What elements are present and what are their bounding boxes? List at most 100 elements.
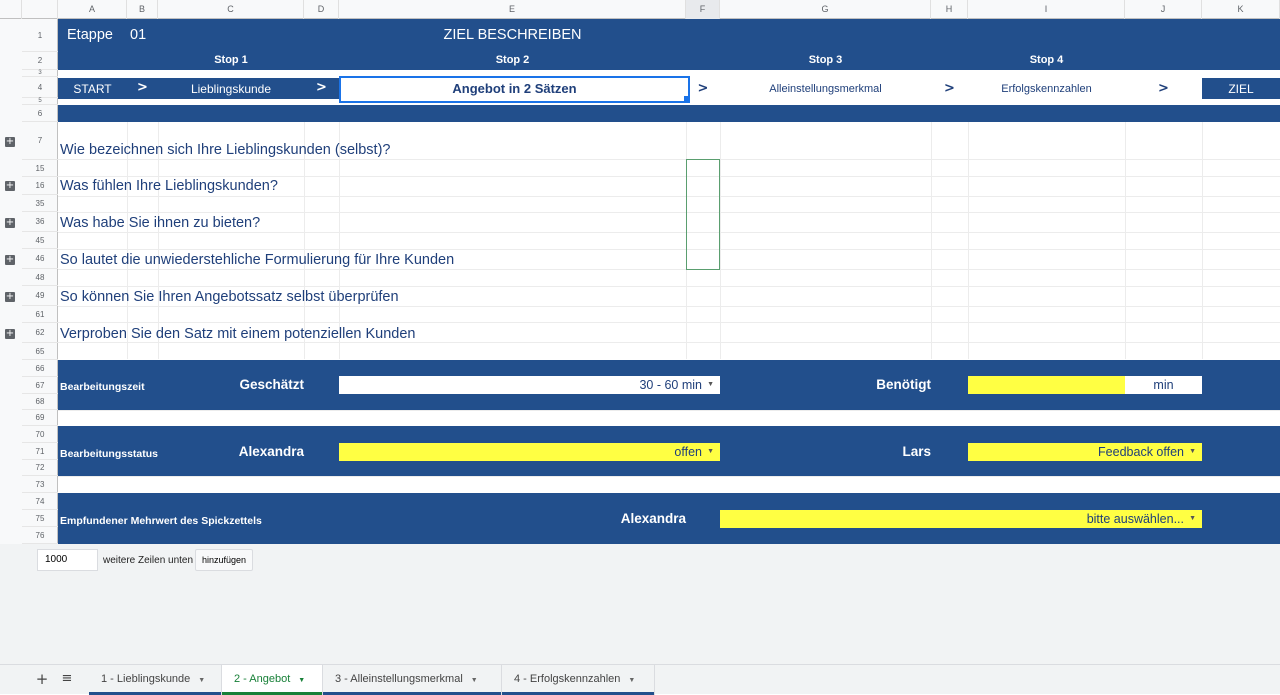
row-header[interactable]: 49 <box>22 286 58 306</box>
start-label: START <box>73 82 112 96</box>
tab-alleinstellungsmerkmal[interactable]: 3 - Alleinstellungsmerkmal ▼ <box>323 665 502 695</box>
row-header[interactable]: 65 <box>22 343 58 360</box>
row-header[interactable]: 62 <box>22 323 58 343</box>
column-header-h[interactable]: H <box>931 0 968 19</box>
tab-lieblingskunde[interactable]: 1 - Lieblingskunde ▼ <box>89 665 222 695</box>
row-header[interactable]: 67 <box>22 377 58 394</box>
row-header[interactable]: 35 <box>22 195 58 212</box>
column-header-a[interactable]: A <box>58 0 127 19</box>
value-rating-dropdown[interactable]: bitte auswählen... ▼ <box>720 510 1202 528</box>
row-header[interactable]: 2 <box>22 52 58 70</box>
status-label: Bearbeitungsstatus <box>60 448 159 460</box>
status-person-2: Lars <box>902 444 931 459</box>
estimated-label: Geschätzt <box>239 377 304 392</box>
row-header[interactable]: 6 <box>22 105 58 122</box>
column-header-c[interactable]: C <box>158 0 304 19</box>
row-header[interactable]: 74 <box>22 493 58 510</box>
tab-erfolgskennzahlen[interactable]: 4 - Erfolgskennzahlen ▼ <box>502 665 655 695</box>
row-header[interactable]: 15 <box>22 160 58 177</box>
dropdown-arrow-icon: ▼ <box>707 448 714 455</box>
expand-group-icon[interactable]: + <box>5 329 15 339</box>
column-header-e[interactable]: E <box>339 0 686 19</box>
question-4[interactable]: So lautet die unwiederstehliche Formulie… <box>60 252 454 268</box>
grid-line <box>58 286 1280 287</box>
column-header-f[interactable]: F <box>686 0 720 19</box>
tab-angebot[interactable]: 2 - Angebot ▼ <box>222 665 323 695</box>
expand-group-icon[interactable]: + <box>5 218 15 228</box>
expand-group-icon[interactable]: + <box>5 292 15 302</box>
needed-time-input[interactable] <box>968 376 1125 394</box>
row-header[interactable]: 75 <box>22 510 58 527</box>
row-header[interactable]: 72 <box>22 460 58 476</box>
nav-step-lieblingskunde[interactable]: Lieblingskunde <box>158 82 304 96</box>
select-all-corner[interactable] <box>0 0 22 19</box>
question-6[interactable]: Verproben Sie den Satz mit einem potenzi… <box>60 326 415 342</box>
grid-line <box>58 322 1280 323</box>
row-header[interactable]: 48 <box>22 269 58 286</box>
add-rows-count-input[interactable]: 1000 <box>37 549 98 571</box>
chevron-down-icon: ▼ <box>470 677 478 684</box>
row-header[interactable]: 1 <box>22 19 58 52</box>
row-header[interactable]: 76 <box>22 527 58 544</box>
column-header-d[interactable]: D <box>304 0 339 19</box>
tab-label: 1 - Lieblingskunde <box>101 673 191 685</box>
column-header-b[interactable]: B <box>127 0 158 19</box>
etappe-label: Etappe <box>67 27 113 43</box>
grid-line <box>58 306 1280 307</box>
tab-label: 4 - Erfolgskennzahlen <box>514 673 621 685</box>
nav-arrow: > <box>1158 81 1169 96</box>
column-header-j[interactable]: J <box>1125 0 1202 19</box>
column-header-k[interactable]: K <box>1202 0 1280 19</box>
row-header[interactable]: 69 <box>22 410 58 426</box>
nav-step-alleinstellungsmerkmal[interactable]: Alleinstellungsmerkmal <box>720 78 931 99</box>
nav-step-angebot-selected[interactable]: Angebot in 2 Sätzen <box>339 76 690 103</box>
question-3[interactable]: Was habe Sie ihnen zu bieten? <box>60 215 260 231</box>
row-header[interactable]: 16 <box>22 177 58 195</box>
sheet-bottom-area: 1000 weitere Zeilen unten hinzufügen <box>0 544 1280 664</box>
grid-line <box>1202 122 1203 359</box>
chevron-down-icon: ▼ <box>198 677 206 684</box>
tab-label: 2 - Angebot <box>234 673 291 685</box>
row-header[interactable]: 70 <box>22 426 58 443</box>
add-rows-button[interactable]: hinzufügen <box>195 549 253 571</box>
row-header[interactable]: 73 <box>22 476 58 493</box>
selection-fill-handle[interactable] <box>684 96 689 101</box>
estimated-time-dropdown[interactable]: 30 - 60 min ▼ <box>339 376 720 394</box>
question-2[interactable]: Was fühlen Ihre Lieblingskunden? <box>60 178 278 194</box>
column-header-i[interactable]: I <box>968 0 1125 19</box>
nav-step-erfolgskennzahlen[interactable]: Erfolgskennzahlen <box>968 78 1125 99</box>
grid-line <box>58 176 1280 177</box>
add-sheet-icon[interactable]: + <box>34 670 50 688</box>
row-header[interactable]: 3 <box>22 70 58 77</box>
column-header-g[interactable]: G <box>720 0 931 19</box>
all-sheets-icon[interactable]: ≡ <box>58 670 76 688</box>
status-dropdown-lars[interactable]: Feedback offen ▼ <box>968 443 1202 461</box>
row-header[interactable]: 68 <box>22 394 58 410</box>
grid-line <box>58 342 1280 343</box>
grid-line <box>58 196 1280 197</box>
stop-1-label: Stop 1 <box>214 54 248 66</box>
row-header[interactable]: 36 <box>22 212 58 232</box>
dropdown-arrow-icon: ▼ <box>1189 448 1196 455</box>
row-header[interactable]: 71 <box>22 443 58 460</box>
expand-group-icon[interactable]: + <box>5 181 15 191</box>
row-header[interactable]: 66 <box>22 360 58 377</box>
grid-line <box>58 159 1280 160</box>
status-dropdown-alexandra[interactable]: offen ▼ <box>339 443 720 461</box>
row-header[interactable]: 46 <box>22 249 58 269</box>
expand-group-icon[interactable]: + <box>5 255 15 265</box>
row-header[interactable]: 4 <box>22 77 58 98</box>
expand-group-icon[interactable]: + <box>5 137 15 147</box>
dropdown-arrow-icon: ▼ <box>707 381 714 388</box>
chevron-down-icon: ▼ <box>298 677 306 684</box>
question-5[interactable]: So können Sie Ihren Angebotssatz selbst … <box>60 289 399 305</box>
row-header[interactable]: 61 <box>22 306 58 323</box>
row-header[interactable]: 7 <box>22 122 58 160</box>
separator-band <box>58 105 1280 122</box>
time-label: Bearbeitungszeit <box>60 381 145 393</box>
outline-gutter-header <box>22 0 58 19</box>
row-header[interactable]: 45 <box>22 232 58 249</box>
grid-line <box>720 122 721 359</box>
question-1[interactable]: Wie bezeichnen sich Ihre Lieblingskunden… <box>60 142 390 158</box>
row-header[interactable]: 5 <box>22 98 58 105</box>
